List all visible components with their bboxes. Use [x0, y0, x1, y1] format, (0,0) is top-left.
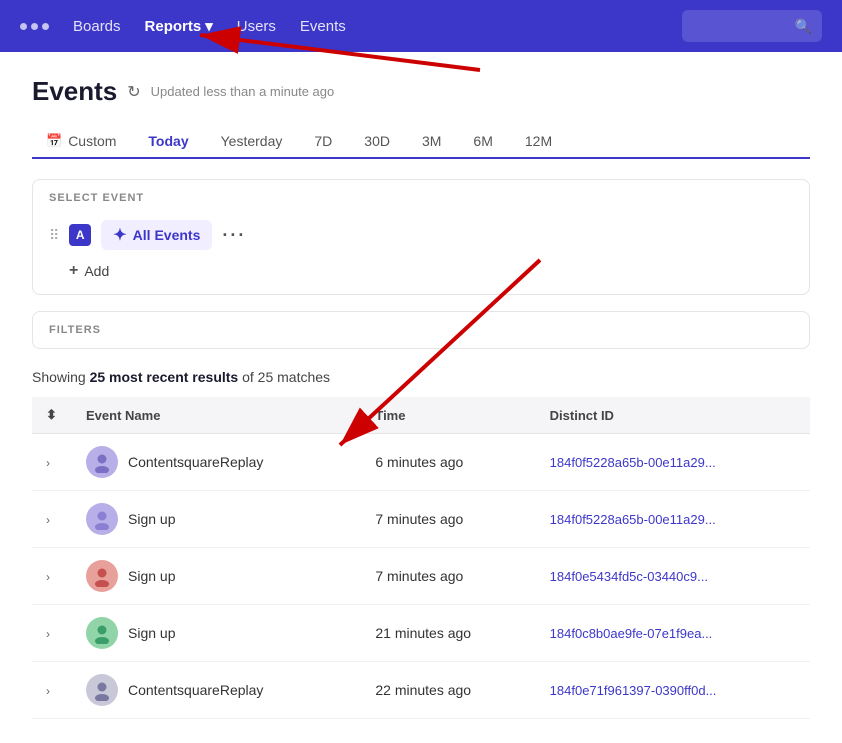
drag-handle-icon[interactable]: ⠿	[49, 227, 59, 244]
row-distinct-id-0[interactable]: 184f0f5228a65b-00e11a29...	[536, 434, 810, 491]
distinct-id-link-2[interactable]: 184f0e5434fd5c-03440c9...	[550, 569, 708, 584]
row-time-1: 7 minutes ago	[361, 491, 535, 548]
distinct-id-link-3[interactable]: 184f0c8b0ae9fe-07e1f9ea...	[550, 626, 713, 641]
nav-item-boards[interactable]: Boards	[73, 18, 121, 35]
event-name-0: ContentsquareReplay	[128, 454, 263, 470]
table-row: › ContentsquareReplay 6 minutes ago 184f…	[32, 434, 810, 491]
tab-3m[interactable]: 3M	[408, 125, 455, 159]
sparkle-icon: ✦	[113, 225, 126, 245]
tab-custom[interactable]: 📅 Custom	[32, 125, 130, 159]
expand-button-3[interactable]: ›	[46, 627, 50, 641]
row-event-name-0: ContentsquareReplay	[72, 434, 361, 491]
tab-6m[interactable]: 6M	[459, 125, 506, 159]
row-distinct-id-2[interactable]: 184f0e5434fd5c-03440c9...	[536, 548, 810, 605]
table-row: › Sign up 7 minutes ago 184f0e5434fd5c-0…	[32, 548, 810, 605]
avatar-2	[86, 560, 118, 592]
expand-button-1[interactable]: ›	[46, 513, 50, 527]
row-distinct-id-3[interactable]: 184f0c8b0ae9fe-07e1f9ea...	[536, 605, 810, 662]
table-header-row: ⬍ Event Name Time Distinct ID	[32, 397, 810, 434]
nav-dots	[20, 23, 49, 30]
tab-30d[interactable]: 30D	[350, 125, 404, 159]
nav-dot-3	[42, 23, 49, 30]
sort-icon: ⬍	[46, 407, 57, 423]
all-events-button[interactable]: ✦ All Events	[101, 220, 212, 250]
events-table: ⬍ Event Name Time Distinct ID ›	[32, 397, 810, 719]
calendar-icon: 📅	[46, 133, 62, 149]
navbar: Boards Reports ▾ Users Events 🔍	[0, 0, 842, 52]
table-row: › Sign up 21 minutes ago 184f0c8b0ae9fe-…	[32, 605, 810, 662]
filters-section: FILTERS	[32, 311, 810, 349]
add-icon: +	[69, 262, 78, 280]
event-row: ⠿ A ✦ All Events ···	[33, 212, 809, 254]
event-name-1: Sign up	[128, 511, 175, 527]
tab-12m[interactable]: 12M	[511, 125, 566, 159]
event-name-4: ContentsquareReplay	[128, 682, 263, 698]
more-options-button[interactable]: ···	[222, 225, 246, 246]
expand-button-2[interactable]: ›	[46, 570, 50, 584]
row-expand-0[interactable]: ›	[32, 434, 72, 491]
row-event-name-3: Sign up	[72, 605, 361, 662]
row-distinct-id-1[interactable]: 184f0f5228a65b-00e11a29...	[536, 491, 810, 548]
event-letter: A	[69, 224, 91, 246]
col-expand: ⬍	[32, 397, 72, 434]
row-expand-2[interactable]: ›	[32, 548, 72, 605]
chevron-down-icon: ▾	[205, 17, 213, 35]
nav-dot-1	[20, 23, 27, 30]
row-distinct-id-4[interactable]: 184f0e71f961397-0390ff0d...	[536, 662, 810, 719]
distinct-id-link-0[interactable]: 184f0f5228a65b-00e11a29...	[550, 455, 716, 470]
avatar-4	[86, 674, 118, 706]
nav-dot-2	[31, 23, 38, 30]
event-name-2: Sign up	[128, 568, 175, 584]
table-row: › Sign up 7 minutes ago 184f0f5228a65b-0…	[32, 491, 810, 548]
tab-7d[interactable]: 7D	[300, 125, 346, 159]
row-expand-4[interactable]: ›	[32, 662, 72, 719]
nav-item-reports[interactable]: Reports ▾	[145, 17, 213, 35]
row-time-2: 7 minutes ago	[361, 548, 535, 605]
page-title: Events	[32, 76, 117, 107]
main-content: Events ↻ Updated less than a minute ago …	[0, 52, 842, 743]
page-header: Events ↻ Updated less than a minute ago	[32, 76, 810, 107]
search-icon: 🔍	[795, 18, 812, 35]
add-event-row[interactable]: + Add	[33, 254, 809, 294]
avatar-1	[86, 503, 118, 535]
row-time-3: 21 minutes ago	[361, 605, 535, 662]
col-distinct-id: Distinct ID	[536, 397, 810, 434]
showing-text: Showing 25 most recent results of 25 mat…	[32, 369, 810, 385]
distinct-id-link-1[interactable]: 184f0f5228a65b-00e11a29...	[550, 512, 716, 527]
row-event-name-2: Sign up	[72, 548, 361, 605]
col-time: Time	[361, 397, 535, 434]
updated-text: Updated less than a minute ago	[151, 84, 335, 99]
row-expand-1[interactable]: ›	[32, 491, 72, 548]
row-time-0: 6 minutes ago	[361, 434, 535, 491]
tab-yesterday[interactable]: Yesterday	[207, 125, 297, 159]
filters-label: FILTERS	[33, 312, 809, 348]
select-event-label: SELECT EVENT	[33, 180, 809, 212]
date-tabs: 📅 Custom Today Yesterday 7D 30D 3M 6M 12…	[32, 125, 810, 159]
select-event-section: SELECT EVENT ⠿ A ✦ All Events ··· + Add	[32, 179, 810, 295]
expand-button-0[interactable]: ›	[46, 456, 50, 470]
avatar-0	[86, 446, 118, 478]
expand-button-4[interactable]: ›	[46, 684, 50, 698]
row-time-4: 22 minutes ago	[361, 662, 535, 719]
avatar-3	[86, 617, 118, 649]
event-name-3: Sign up	[128, 625, 175, 641]
tab-today[interactable]: Today	[134, 125, 202, 159]
row-event-name-4: ContentsquareReplay	[72, 662, 361, 719]
search-bar[interactable]: 🔍	[682, 10, 822, 42]
nav-item-events[interactable]: Events	[300, 18, 346, 35]
nav-item-users[interactable]: Users	[237, 18, 276, 35]
col-event-name: Event Name	[72, 397, 361, 434]
row-expand-3[interactable]: ›	[32, 605, 72, 662]
distinct-id-link-4[interactable]: 184f0e71f961397-0390ff0d...	[550, 683, 717, 698]
table-row: › ContentsquareReplay 22 minutes ago 184…	[32, 662, 810, 719]
row-event-name-1: Sign up	[72, 491, 361, 548]
refresh-button[interactable]: ↻	[127, 82, 140, 102]
add-label: Add	[84, 263, 109, 279]
